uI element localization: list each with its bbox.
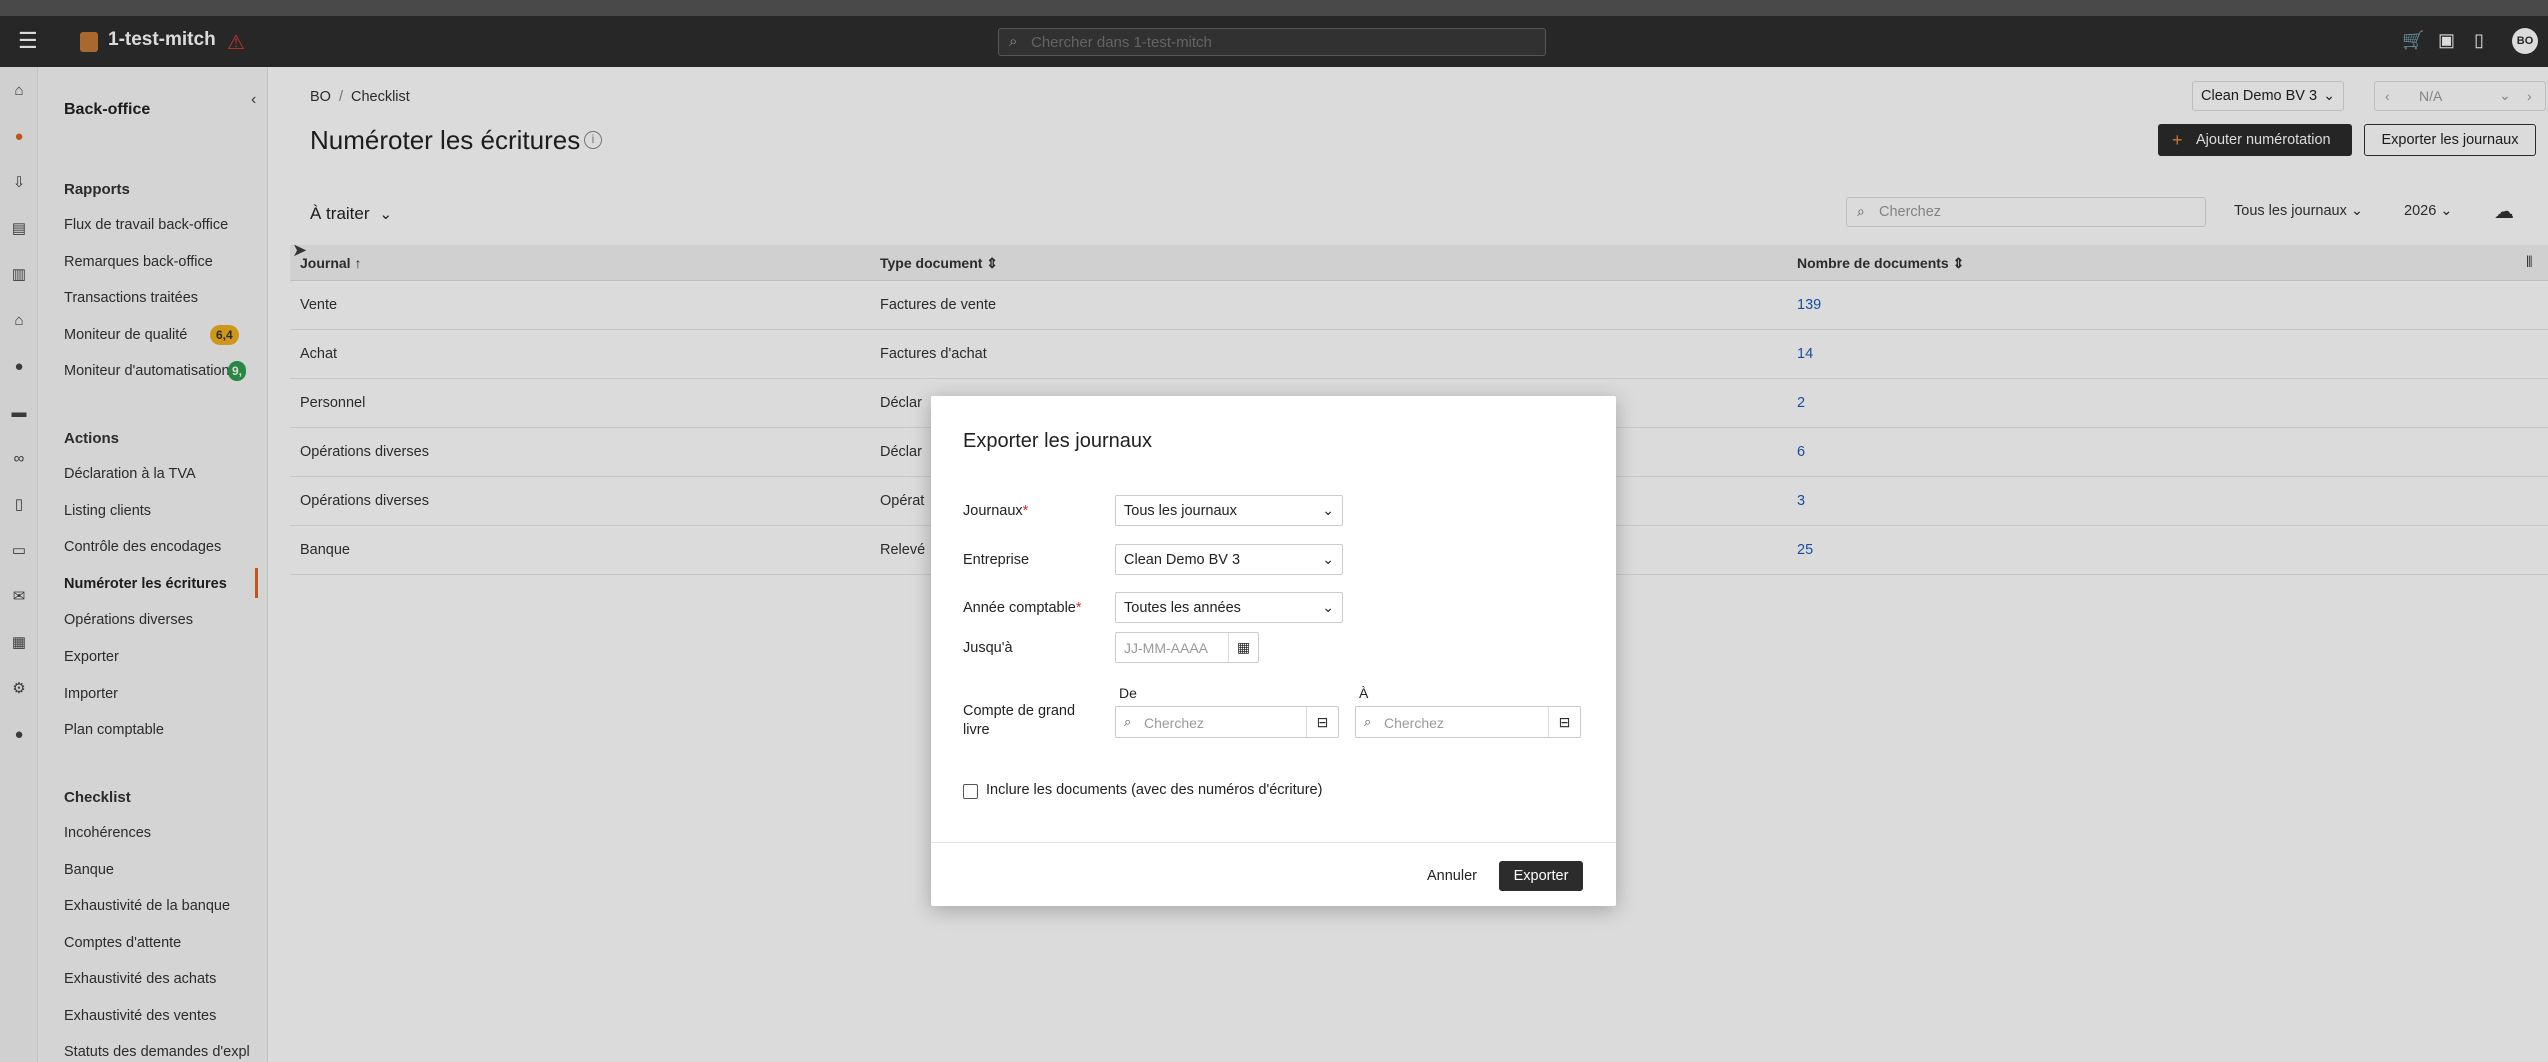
- jusqua-label: Jusqu'à: [963, 640, 1013, 656]
- account-to-placeholder: Cherchez: [1384, 715, 1444, 731]
- journaux-select-value: Tous les journaux: [1124, 503, 1237, 519]
- chevron-down-icon: ⌄: [1322, 599, 1334, 615]
- account-from-input[interactable]: ⌕ Cherchez ⊟: [1115, 706, 1339, 738]
- annee-select-value: Toutes les années: [1124, 600, 1241, 616]
- dialog-divider: [931, 842, 1616, 843]
- date-placeholder: JJ-MM-AAAA: [1124, 640, 1208, 656]
- account-to-input[interactable]: ⌕ Cherchez ⊟: [1355, 706, 1581, 738]
- dialog-title: Exporter les journaux: [963, 430, 1152, 452]
- export-journals-dialog: Exporter les journaux Journaux* Tous les…: [931, 396, 1616, 906]
- cancel-button[interactable]: Annuler: [1417, 861, 1487, 891]
- calendar-icon[interactable]: ▦: [1228, 633, 1258, 662]
- entreprise-select[interactable]: Clean Demo BV 3 ⌄: [1115, 544, 1343, 575]
- journaux-label-text: Journaux: [963, 503, 1023, 519]
- annee-label: Année comptable*: [963, 600, 1082, 616]
- account-from-placeholder: Cherchez: [1144, 715, 1204, 731]
- journaux-select[interactable]: Tous les journaux ⌄: [1115, 495, 1343, 526]
- entreprise-select-value: Clean Demo BV 3: [1124, 552, 1241, 568]
- jusqua-date-input[interactable]: JJ-MM-AAAA ▦: [1115, 632, 1259, 663]
- search-icon: ⌕: [1364, 714, 1372, 729]
- mouse-cursor-icon: ➤: [292, 240, 308, 260]
- a-label: À: [1359, 685, 1369, 701]
- journaux-label: Journaux*: [963, 503, 1029, 519]
- lock-icon[interactable]: ⊟: [1548, 707, 1580, 737]
- chevron-down-icon: ⌄: [1322, 551, 1334, 567]
- compte-label: Compte de grand livre: [963, 703, 1076, 738]
- chevron-down-icon: ⌄: [1322, 502, 1334, 518]
- include-documents-label[interactable]: Inclure les documents (avec des numéros …: [986, 782, 1322, 798]
- include-documents-checkbox[interactable]: [963, 784, 978, 799]
- export-button[interactable]: Exporter: [1499, 861, 1583, 891]
- entreprise-label: Entreprise: [963, 552, 1030, 568]
- annee-select[interactable]: Toutes les années ⌄: [1115, 592, 1343, 623]
- annee-label-text: Année comptable: [963, 600, 1076, 616]
- lock-icon[interactable]: ⊟: [1306, 707, 1338, 737]
- de-label: De: [1119, 685, 1137, 701]
- search-icon: ⌕: [1124, 714, 1132, 729]
